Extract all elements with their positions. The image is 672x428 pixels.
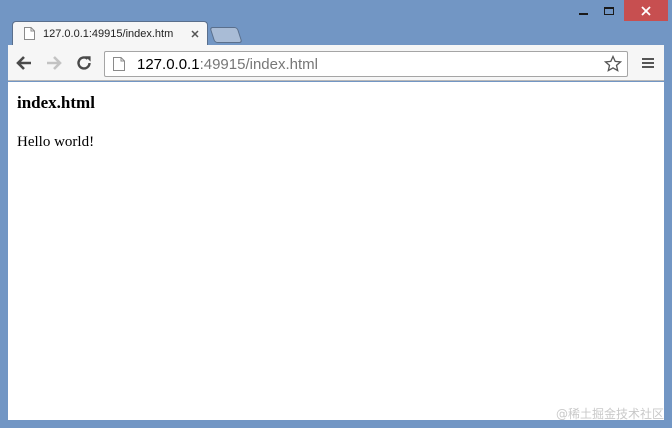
page-icon bbox=[113, 57, 125, 71]
hamburger-menu-icon bbox=[642, 58, 654, 68]
back-button[interactable] bbox=[14, 53, 34, 73]
title-bar: 127.0.0.1:49915/index.htm bbox=[0, 0, 672, 45]
reload-button[interactable] bbox=[74, 53, 94, 73]
url-path: :49915/index.html bbox=[199, 55, 318, 73]
forward-arrow-icon bbox=[47, 56, 62, 70]
watermark: @稀土掘金技术社区 bbox=[555, 407, 664, 421]
window-close-button[interactable] bbox=[624, 0, 668, 21]
bookmark-star-button[interactable] bbox=[603, 54, 623, 74]
back-arrow-icon bbox=[16, 56, 31, 70]
url-host: 127.0.0.1 bbox=[137, 55, 200, 73]
star-icon bbox=[604, 55, 622, 72]
new-tab-button[interactable] bbox=[209, 27, 243, 43]
maximize-button[interactable] bbox=[596, 0, 622, 21]
page-heading: index.html bbox=[17, 93, 95, 112]
minimize-icon bbox=[578, 12, 588, 15]
page-content: index.html Hello world! bbox=[8, 82, 664, 420]
page-body-text: Hello world! bbox=[17, 134, 95, 150]
chrome-menu-button[interactable] bbox=[638, 53, 658, 73]
page-icon bbox=[24, 27, 35, 40]
address-bar[interactable]: 127.0.0.1:49915/index.html bbox=[104, 51, 628, 77]
maximize-icon bbox=[604, 6, 614, 15]
reload-icon bbox=[77, 56, 91, 70]
tab-close-button[interactable] bbox=[188, 27, 202, 41]
tab-title: 127.0.0.1:49915/index.htm bbox=[43, 27, 174, 40]
toolbar: 127.0.0.1:49915/index.html bbox=[8, 45, 664, 81]
tab-active[interactable]: 127.0.0.1:49915/index.htm bbox=[12, 21, 208, 45]
close-icon bbox=[641, 5, 651, 16]
browser-window: 127.0.0.1:49915/index.htm 127.0.0.1:499… bbox=[0, 0, 672, 428]
forward-button[interactable] bbox=[44, 53, 64, 73]
close-icon bbox=[191, 29, 199, 38]
minimize-button[interactable] bbox=[570, 0, 596, 21]
